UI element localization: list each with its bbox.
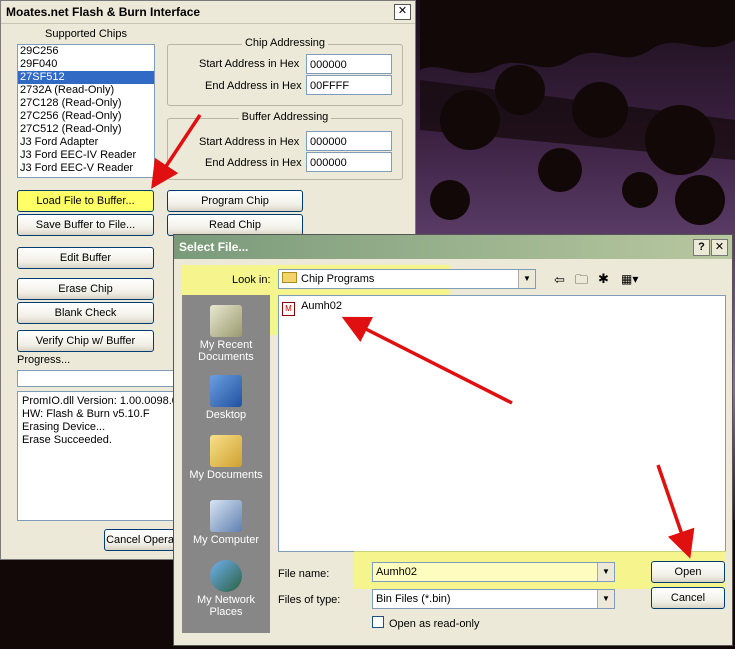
up-folder-icon[interactable]: 🗀 bbox=[575, 271, 588, 293]
chip-list-item[interactable]: J3 Ford EEC-V Reader bbox=[18, 162, 154, 175]
new-folder-icon[interactable]: ✱ bbox=[598, 271, 609, 287]
program-chip-button[interactable]: Program Chip bbox=[167, 190, 303, 212]
file-list[interactable]: M Aumh02 bbox=[278, 295, 726, 552]
chip-list-item[interactable]: 27SF512 bbox=[18, 71, 154, 84]
progress-bar bbox=[17, 370, 179, 387]
recent-documents-icon bbox=[210, 305, 242, 337]
chevron-down-icon[interactable]: ▼ bbox=[597, 563, 614, 581]
file-name-input[interactable]: Aumh02 ▼ bbox=[372, 562, 615, 582]
read-only-checkbox-row[interactable]: Open as read-only bbox=[372, 616, 480, 630]
log-line: Erasing Device... bbox=[22, 421, 106, 433]
bin-file-icon: M bbox=[282, 302, 295, 316]
place-recent-documents[interactable]: My Recent Documents bbox=[182, 305, 270, 363]
read-chip-button[interactable]: Read Chip bbox=[167, 214, 303, 236]
chip-list-item[interactable]: J3 Ford EEC-IV Reader bbox=[18, 149, 154, 162]
erase-chip-button[interactable]: Erase Chip bbox=[17, 278, 154, 300]
load-file-button[interactable]: Load File to Buffer... bbox=[17, 190, 154, 212]
place-label: Desktop bbox=[205, 409, 247, 421]
chip-list-item[interactable]: 2732A (Read-Only) bbox=[18, 84, 154, 97]
chip-list-item[interactable]: J3 Ford Adapter bbox=[18, 136, 154, 149]
folder-icon bbox=[282, 272, 297, 283]
look-in-combo[interactable]: Chip Programs ▼ bbox=[278, 269, 536, 289]
my-documents-icon bbox=[210, 435, 242, 467]
verify-chip-button[interactable]: Verify Chip w/ Buffer bbox=[17, 330, 154, 352]
edit-buffer-button[interactable]: Edit Buffer bbox=[17, 247, 154, 269]
place-network-places[interactable]: My Network Places bbox=[182, 560, 270, 618]
chip-list-item[interactable]: 29F040 bbox=[18, 58, 154, 71]
look-in-label: Look in: bbox=[232, 274, 271, 286]
window-title: Moates.net Flash & Burn Interface bbox=[6, 5, 201, 19]
chip-list-item[interactable]: 27C256 (Read-Only) bbox=[18, 110, 154, 123]
chip-list-item[interactable]: 29C256 bbox=[18, 45, 154, 58]
open-button[interactable]: Open bbox=[651, 561, 725, 583]
buffer-start-label: Start Address in Hex bbox=[199, 136, 300, 148]
chip-end-input[interactable]: 00FFFF bbox=[306, 75, 392, 95]
files-of-type-label: Files of type: bbox=[278, 594, 341, 606]
place-label: My Network Places bbox=[196, 594, 256, 618]
place-label: My Documents bbox=[189, 469, 263, 481]
close-icon[interactable]: ✕ bbox=[711, 239, 728, 256]
dialog-titlebar: Select File... ? ✕ bbox=[174, 235, 732, 259]
file-name: Aumh02 bbox=[301, 300, 343, 312]
cancel-operation-button[interactable]: Cancel Opera bbox=[104, 529, 176, 551]
log-line: HW: Flash & Burn v5.10.F bbox=[22, 408, 150, 420]
read-only-label: Open as read-only bbox=[389, 618, 480, 630]
buffer-addressing-title: Buffer Addressing bbox=[238, 111, 332, 123]
close-icon[interactable]: ✕ bbox=[394, 4, 411, 20]
window-titlebar: Moates.net Flash & Burn Interface ✕ bbox=[1, 1, 415, 24]
chip-list-item[interactable]: 27C128 (Read-Only) bbox=[18, 97, 154, 110]
supported-chips-label: Supported Chips bbox=[45, 28, 127, 40]
desktop-icon bbox=[210, 375, 242, 407]
chip-start-input[interactable]: 000000 bbox=[306, 54, 392, 74]
select-file-dialog: Select File... ? ✕ Look in: Chip Program… bbox=[173, 234, 733, 646]
log-line: Erase Succeeded. bbox=[22, 434, 112, 446]
file-name-label: File name: bbox=[278, 568, 330, 580]
buffer-end-input[interactable]: 000000 bbox=[306, 152, 392, 172]
place-my-computer[interactable]: My Computer bbox=[182, 500, 270, 546]
file-item[interactable]: M Aumh02 bbox=[282, 300, 342, 316]
files-of-type-select[interactable]: Bin Files (*.bin) ▼ bbox=[372, 589, 615, 609]
buffer-start-input[interactable]: 000000 bbox=[306, 131, 392, 151]
look-in-value: Chip Programs bbox=[301, 273, 375, 285]
chevron-down-icon[interactable]: ▼ bbox=[518, 270, 535, 288]
blank-check-button[interactable]: Blank Check bbox=[17, 302, 154, 324]
place-label: My Recent Documents bbox=[198, 339, 254, 363]
chevron-down-icon[interactable]: ▼ bbox=[597, 590, 614, 608]
chip-addressing-title: Chip Addressing bbox=[241, 37, 329, 49]
place-desktop[interactable]: Desktop bbox=[182, 375, 270, 421]
status-log: PromIO.dll Version: 1.00.0098.0 HW: Flash… bbox=[17, 391, 177, 521]
progress-label: Progress... bbox=[17, 354, 71, 366]
network-places-icon bbox=[210, 560, 242, 592]
buffer-end-label: End Address in Hex bbox=[205, 157, 302, 169]
chip-start-label: Start Address in Hex bbox=[199, 58, 300, 70]
place-label: My Computer bbox=[192, 534, 260, 546]
chip-list[interactable]: 29C256 29F040 27SF512 2732A (Read-Only) 27C1… bbox=[17, 44, 155, 178]
dialog-title: Select File... bbox=[179, 240, 249, 254]
chip-end-label: End Address in Hex bbox=[205, 80, 302, 92]
log-line: PromIO.dll Version: 1.00.0098.0 bbox=[22, 395, 177, 407]
my-computer-icon bbox=[210, 500, 242, 532]
save-buffer-button[interactable]: Save Buffer to File... bbox=[17, 214, 154, 236]
cancel-button[interactable]: Cancel bbox=[651, 587, 725, 609]
file-name-value: Aumh02 bbox=[376, 566, 417, 578]
views-menu-icon[interactable]: ▦▾ bbox=[621, 272, 638, 286]
files-of-type-value: Bin Files (*.bin) bbox=[376, 593, 451, 605]
read-only-checkbox[interactable] bbox=[372, 616, 384, 628]
chip-list-item[interactable]: 27C512 (Read-Only) bbox=[18, 123, 154, 136]
help-icon[interactable]: ? bbox=[693, 239, 710, 256]
back-icon[interactable]: ⇦ bbox=[554, 272, 565, 288]
place-my-documents[interactable]: My Documents bbox=[182, 435, 270, 481]
places-bar: My Recent Documents Desktop My Documents My… bbox=[182, 295, 270, 633]
